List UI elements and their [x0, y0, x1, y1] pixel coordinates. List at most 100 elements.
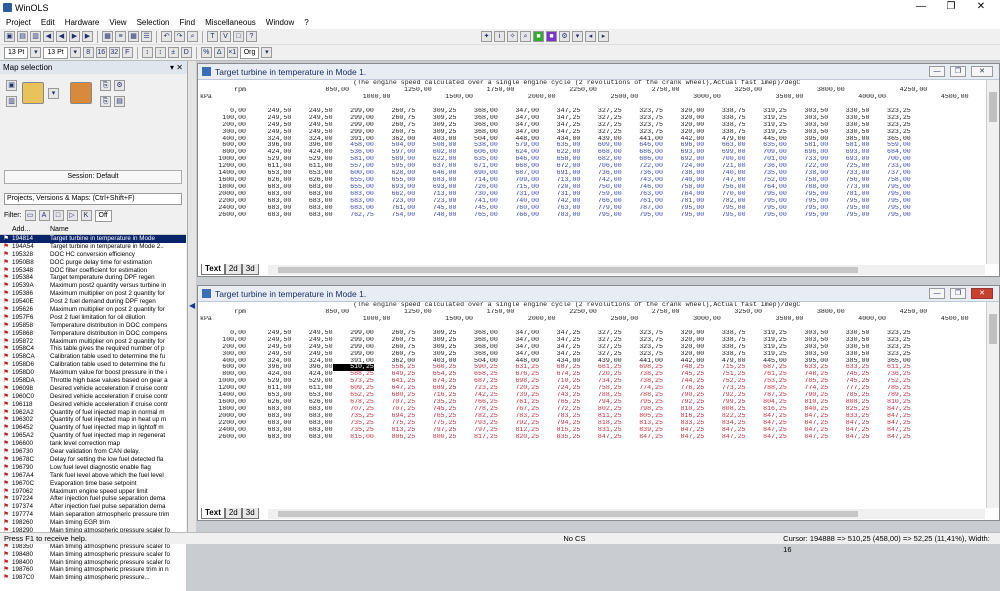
list-item[interactable]: ⚑ 1957F6 Post 2 fuel limitation for oil di… [0, 314, 186, 322]
map-cell[interactable]: 691,00 [539, 170, 581, 177]
map-cell[interactable]: 759,00 [580, 191, 622, 198]
map-cell[interactable]: 595,00 [374, 163, 415, 170]
bytes-icon[interactable]: 8 [82, 47, 94, 58]
map-close-button[interactable]: ✕ [971, 66, 993, 77]
map-cell[interactable]: 299,00 [333, 351, 374, 358]
map-cell[interactable]: 631,25 [498, 364, 539, 371]
map-cell[interactable]: 795,00 [663, 205, 705, 212]
map-cell[interactable]: 653,00 [291, 392, 333, 399]
map-cell[interactable]: 249,50 [250, 337, 292, 344]
list-item[interactable]: ⚑ 195328 DOC HC conversion efficiency [0, 251, 186, 259]
decimal-icon[interactable]: D [180, 47, 192, 58]
map-cell[interactable]: 773,25 [704, 385, 746, 392]
list-item[interactable]: ⚑ 196302 Quantity of fuel injected map in … [0, 416, 186, 424]
map-cell[interactable]: 815,00 [333, 434, 374, 441]
map-cell[interactable]: 260,75 [374, 129, 415, 136]
map-cell[interactable]: 362,00 [374, 136, 415, 143]
map-cell[interactable]: 742,00 [539, 198, 581, 205]
map-cell[interactable]: 671,00 [456, 163, 498, 170]
map-cell[interactable]: 260,75 [374, 115, 415, 122]
map-cell[interactable]: 299,00 [333, 115, 374, 122]
map-cell[interactable]: 602,00 [415, 149, 457, 156]
map-cell[interactable]: 758,00 [663, 184, 705, 191]
list-item[interactable]: ⚑ 1958D0 Maximum value for boost pressure … [0, 369, 186, 377]
maximize-button[interactable]: ❐ [936, 0, 966, 15]
map-cell[interactable]: 508,00 [415, 142, 457, 149]
map-cell[interactable]: 795,00 [580, 212, 622, 219]
map-cell[interactable]: 338,75 [704, 330, 746, 337]
map-cell[interactable]: 847,25 [869, 406, 911, 413]
copy-icon[interactable]: ⎘ [100, 96, 111, 107]
dword-icon[interactable]: 32 [108, 47, 120, 58]
map-cell[interactable]: 611,00 [291, 385, 333, 392]
close-button[interactable]: ✕ [966, 0, 996, 15]
map-cell[interactable]: 260,75 [374, 351, 415, 358]
map-cell[interactable]: 795,00 [663, 212, 705, 219]
map-cell[interactable]: 504,00 [374, 142, 415, 149]
map-cell[interactable]: 249,50 [291, 129, 333, 136]
map-cell[interactable]: 797,25 [456, 427, 498, 434]
map-cell[interactable]: 734,25 [580, 378, 622, 385]
list-item[interactable]: ⚑ 1958C4 This table gives the required num… [0, 345, 186, 353]
map-cell[interactable]: 696,00 [663, 142, 705, 149]
signed-icon[interactable]: ± [167, 47, 179, 58]
map-cell[interactable]: 323,25 [869, 129, 911, 136]
map-cell[interactable]: 758,25 [580, 385, 622, 392]
map-cell[interactable]: 368,00 [456, 129, 498, 136]
tool-t-icon[interactable]: T [207, 31, 218, 42]
map-cell[interactable]: 320,00 [663, 108, 705, 115]
map-cell[interactable]: 715,25 [704, 364, 746, 371]
map-cell[interactable]: 249,50 [291, 330, 333, 337]
map-cell[interactable]: 847,25 [787, 413, 828, 420]
map-cell[interactable]: 439,00 [580, 136, 622, 143]
map-cell[interactable]: 324,00 [291, 136, 333, 143]
map-cell[interactable]: 735,25 [333, 413, 374, 420]
map-cell[interactable]: 698,25 [622, 364, 663, 371]
map-cell[interactable]: 790,25 [787, 392, 828, 399]
map-cell[interactable]: 676,25 [498, 371, 539, 378]
map-cell[interactable]: 347,25 [539, 122, 581, 129]
map-cell[interactable]: 847,25 [828, 420, 870, 427]
map-cell[interactable]: 825,25 [828, 406, 870, 413]
map-cell[interactable]: 690,00 [456, 170, 498, 177]
map-cell[interactable]: 847,25 [622, 434, 663, 441]
map-cell[interactable]: 368,00 [456, 108, 498, 115]
map-cell[interactable]: 722,00 [787, 163, 828, 170]
map-cell[interactable]: 672,00 [539, 163, 581, 170]
map-cell[interactable]: 735,25 [415, 399, 457, 406]
map-cell[interactable]: 653,00 [291, 170, 333, 177]
map-cell[interactable]: 320,00 [663, 330, 705, 337]
map-cell[interactable]: 775,25 [415, 420, 457, 427]
map-cell[interactable]: 368,00 [456, 115, 498, 122]
wand-icon[interactable]: ✧ [507, 31, 518, 42]
new-icon[interactable]: ▣ [6, 80, 17, 91]
map-cell[interactable]: 479,00 [704, 358, 746, 365]
list-item[interactable]: ⚑ 196118 Desired vehicle acceleration if c… [0, 401, 186, 409]
map-cell[interactable]: 795,00 [746, 198, 787, 205]
save-icon[interactable]: ▥ [6, 96, 17, 107]
map-cell[interactable]: 834,25 [704, 420, 746, 427]
map-cell[interactable]: 424,00 [250, 371, 292, 378]
map-cell[interactable]: 556,25 [374, 364, 415, 371]
map-cell[interactable]: 674,25 [415, 378, 457, 385]
list-item[interactable]: ⚑ 195868 Temperature distribution in DOC c… [0, 330, 186, 338]
filter-icon[interactable]: ▭ [24, 210, 36, 221]
map-cell[interactable]: 779,00 [580, 205, 622, 212]
map-cell[interactable]: 792,25 [704, 392, 746, 399]
map-cell[interactable]: 330,50 [828, 122, 870, 129]
map-cell[interactable]: 794,25 [580, 399, 622, 406]
map-cell[interactable]: 529,00 [291, 378, 333, 385]
map-cell[interactable]: 646,00 [622, 142, 663, 149]
map-cell[interactable]: 735,00 [746, 170, 787, 177]
map-cell[interactable]: 789,25 [869, 392, 911, 399]
menu-item-edit[interactable]: Edit [41, 18, 55, 27]
map-cell[interactable]: 736,25 [869, 371, 911, 378]
list-item[interactable]: ⚑ 1987C0 Main timing atmospheric pressure.… [0, 574, 186, 582]
map-cell[interactable]: 309,25 [415, 115, 457, 122]
map-cell[interactable]: 588,25 [333, 371, 374, 378]
map-restore-button[interactable]: ❐ [950, 66, 966, 77]
map-cell[interactable]: 778,25 [456, 406, 498, 413]
map-cell[interactable]: 319,25 [746, 108, 787, 115]
map-cell[interactable]: 338,75 [704, 351, 746, 358]
map-cell[interactable]: 692,00 [663, 156, 705, 163]
